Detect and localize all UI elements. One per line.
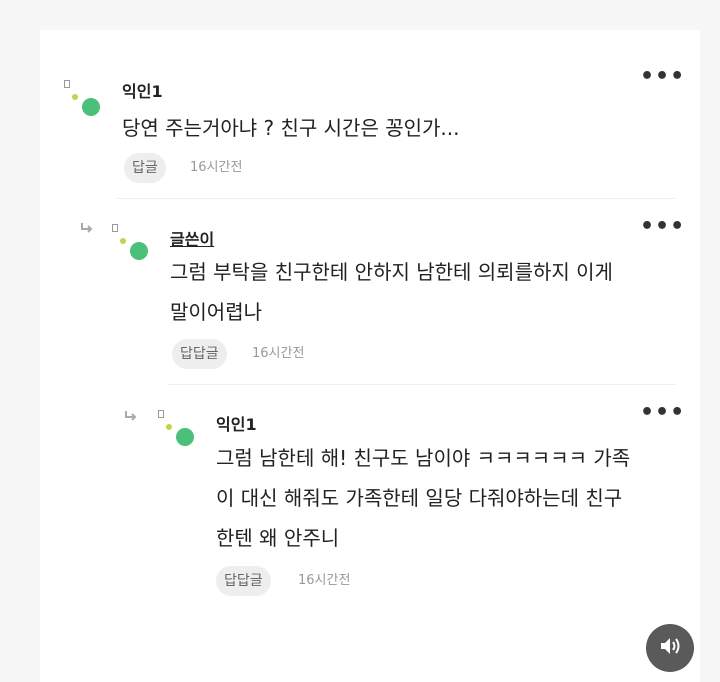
comment-author[interactable]: 글쓴이 [170,226,214,250]
reply-arrow-icon [80,222,94,238]
comment-time: 16시간전 [190,160,243,175]
comment-text: 당연 주는거아냐 ? 친구 시간은 꽁인가... [122,108,459,148]
comment-text-line: 한텐 왜 안주니 [216,526,340,550]
sound-button[interactable] [646,624,694,672]
avatar[interactable] [62,80,110,128]
comment-author[interactable]: 익인1 [216,411,257,435]
comment-author[interactable]: 익인1 [122,78,163,102]
comment-text-line: 당연 주는거아냐 ? 친구 시간은 꽁인가... [122,116,460,140]
comment-text: 그럼 남한테 해! 친구도 남이야 ㅋㅋㅋㅋㅋㅋ 가족 이 대신 해줘도 가족한… [216,438,630,558]
comment-text: 그럼 부탁을 친구한테 안하지 남한테 의뢰를하지 이게 말이어렵나 [170,252,613,332]
comment-text-line: 그럼 남한테 해! 친구도 남이야 ㅋㅋㅋㅋㅋㅋ 가족 [216,446,631,470]
avatar[interactable] [110,224,158,272]
more-options-icon[interactable]: ••• [640,402,685,424]
reply-arrow-icon [124,410,138,426]
reply-button[interactable]: 답답글 [216,566,271,596]
divider [168,384,676,385]
comment-time: 16시간전 [252,346,305,361]
comment-time: 16시간전 [298,573,351,588]
speaker-icon [658,635,682,661]
comment-text-line: 이 대신 해줘도 가족한테 일당 다줘야하는데 친구 [216,486,623,510]
more-options-icon[interactable]: ••• [640,216,685,238]
more-options-icon[interactable]: ••• [640,66,685,88]
reply-button[interactable]: 답글 [124,153,166,183]
reply-button[interactable]: 답답글 [172,339,227,369]
avatar[interactable] [156,410,204,458]
comment-text-line: 그럼 부탁을 친구한테 안하지 남한테 의뢰를하지 이게 [170,260,613,284]
comment-text-line: 말이어렵나 [170,300,262,324]
divider [116,198,676,199]
